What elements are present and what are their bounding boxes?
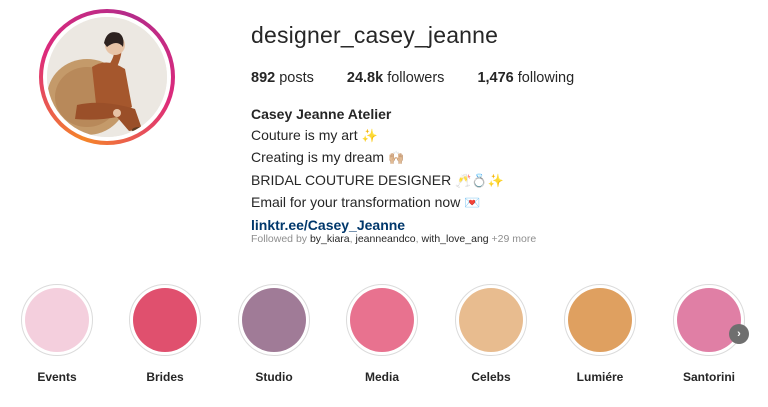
followers-stat[interactable]: 24.8k followers bbox=[347, 70, 445, 86]
followers-count[interactable]: 24.8k bbox=[347, 70, 383, 86]
profile-website-link[interactable]: linktr.ee/Casey_Jeanne bbox=[251, 217, 405, 233]
follower-link[interactable]: with_love_ang bbox=[421, 233, 488, 245]
highlight-item[interactable]: Studio bbox=[229, 284, 319, 384]
following-stat[interactable]: 1,476 following bbox=[477, 70, 574, 86]
highlight-item[interactable]: Media bbox=[337, 284, 427, 384]
highlight-cover[interactable] bbox=[350, 288, 414, 352]
highlight-label[interactable]: Studio bbox=[229, 370, 319, 384]
highlight-cover[interactable] bbox=[459, 288, 523, 352]
following-count[interactable]: 1,476 bbox=[477, 70, 513, 86]
more-followers-link[interactable]: +29 more bbox=[489, 233, 537, 245]
bio-line: BRIDAL COUTURE DESIGNER 🥂💍✨ bbox=[251, 170, 504, 193]
profile-full-name: Casey Jeanne Atelier bbox=[251, 106, 392, 122]
highlight-cover[interactable] bbox=[568, 288, 632, 352]
highlight-label[interactable]: Lumiére bbox=[555, 370, 645, 384]
bio-line: Creating is my dream 🙌🏼 bbox=[251, 147, 504, 170]
highlight-item[interactable]: Lumiére bbox=[555, 284, 645, 384]
highlight-item[interactable]: Celebs bbox=[446, 284, 536, 384]
posts-label: posts bbox=[275, 70, 314, 86]
bio-line-text: Couture is my art bbox=[251, 126, 358, 143]
highlight-ring[interactable] bbox=[238, 284, 310, 356]
avatar-photo bbox=[47, 17, 167, 137]
profile-avatar[interactable] bbox=[39, 9, 175, 145]
highlight-ring[interactable] bbox=[564, 284, 636, 356]
highlight-ring[interactable] bbox=[21, 284, 93, 356]
profile-username: designer_casey_jeanne bbox=[251, 22, 499, 48]
bio-line: Email for your transformation now 💌 bbox=[251, 192, 504, 215]
raised-hands-icon: 🙌🏼 bbox=[387, 151, 405, 166]
highlight-item[interactable]: Events bbox=[12, 284, 102, 384]
following-label[interactable]: following bbox=[514, 70, 574, 86]
highlight-label[interactable]: Santorini bbox=[664, 370, 754, 384]
bio-line-text: Creating is my dream bbox=[251, 149, 385, 165]
follower-link[interactable]: jeanneandco bbox=[356, 233, 416, 245]
highlight-cover[interactable] bbox=[25, 288, 89, 352]
profile-bio: Casey Jeanne Atelier Couture is my art ✨… bbox=[251, 104, 504, 235]
highlight-label[interactable]: Media bbox=[337, 370, 427, 384]
followed-by-prefix: Followed by bbox=[251, 233, 310, 245]
bio-line-text: Email for your transformation now bbox=[251, 194, 461, 210]
highlight-ring[interactable] bbox=[673, 284, 745, 356]
posts-stat: 892 posts bbox=[251, 70, 314, 86]
followers-label[interactable]: followers bbox=[383, 70, 444, 86]
highlight-label[interactable]: Brides bbox=[120, 370, 210, 384]
love-letter-icon: 💌 bbox=[464, 196, 481, 211]
profile-stats: 892 posts 24.8k followers 1,476 followin… bbox=[251, 70, 574, 86]
avatar-image bbox=[47, 17, 167, 137]
highlight-cover[interactable] bbox=[133, 288, 197, 352]
highlight-cover[interactable] bbox=[677, 288, 741, 352]
highlight-ring[interactable] bbox=[129, 284, 201, 356]
sparkles-icon: ✨ bbox=[361, 128, 378, 144]
highlight-item[interactable]: Brides bbox=[120, 284, 210, 384]
highlight-cover[interactable] bbox=[242, 288, 306, 352]
cheers-ring-sparkles-icon: 🥂💍✨ bbox=[455, 173, 504, 189]
follower-link[interactable]: by_kiara bbox=[310, 233, 350, 245]
highlight-ring[interactable] bbox=[346, 284, 418, 356]
highlight-label[interactable]: Celebs bbox=[446, 370, 536, 384]
bio-line-text: BRIDAL COUTURE DESIGNER bbox=[251, 171, 452, 188]
highlight-ring[interactable] bbox=[455, 284, 527, 356]
chevron-right-icon[interactable]: › bbox=[729, 324, 749, 344]
bio-line: Couture is my art ✨ bbox=[251, 125, 504, 148]
highlight-label[interactable]: Events bbox=[12, 370, 102, 384]
posts-count: 892 bbox=[251, 70, 276, 86]
story-highlights: Events Brides Studio Media Celebs Lumiér… bbox=[0, 284, 768, 394]
followed-by-text: Followed by by_kiara, jeanneandco, with_… bbox=[251, 233, 536, 245]
